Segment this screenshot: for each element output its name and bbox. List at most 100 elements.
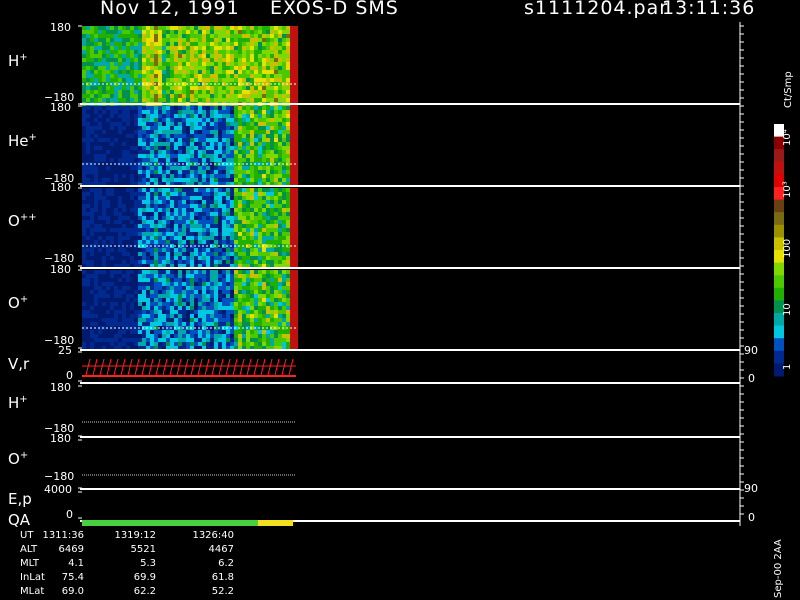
spectrogram-cell: [150, 252, 154, 256]
spectrogram-cell: [190, 178, 194, 182]
spectrogram-cell: [166, 224, 170, 228]
spectrogram-cell: [202, 220, 206, 224]
spectrogram-cell: [102, 302, 106, 306]
spectrogram-cell: [290, 278, 294, 282]
spectrogram-cell: [170, 110, 174, 114]
colorbar-unit: Ct/Smp: [783, 71, 794, 108]
spectrogram-cell: [98, 204, 102, 208]
spectrogram-cell: [170, 54, 174, 58]
spectrogram-cell: [214, 158, 218, 162]
spectrogram-cell: [146, 314, 150, 318]
spectrogram-cell: [262, 212, 266, 216]
spectrogram-cell: [198, 114, 202, 118]
spectrogram-cell: [86, 212, 90, 216]
spectrogram-cell: [106, 174, 110, 178]
spectrogram-cell: [254, 98, 258, 102]
spectrogram-cell: [126, 130, 130, 134]
spectrogram-cell: [282, 58, 286, 62]
spectrogram-cell: [250, 70, 254, 74]
spectrogram-cell: [230, 260, 234, 264]
spectrogram-cell: [282, 78, 286, 82]
spectrogram-cell: [206, 282, 210, 286]
spectrogram-cell: [102, 26, 106, 30]
spectrogram-cell: [202, 74, 206, 78]
spectrogram-cell: [178, 170, 182, 174]
spectrogram-cell: [146, 98, 150, 102]
spectrogram-cell: [146, 286, 150, 290]
spectrogram-cell: [202, 114, 206, 118]
spectrogram-cell: [150, 78, 154, 82]
spectrogram-cell: [286, 318, 290, 322]
spectrogram-cell: [286, 240, 290, 244]
spectrogram-cell: [158, 118, 162, 122]
spectrogram-cell: [194, 30, 198, 34]
spectrogram-cell: [242, 142, 246, 146]
spectrogram-cell: [266, 106, 270, 110]
spectrogram-cell: [118, 158, 122, 162]
spectrogram-cell: [290, 298, 294, 302]
spectrogram-cell: [142, 118, 146, 122]
spectrogram-cell: [158, 220, 162, 224]
spectrogram-cell: [218, 114, 222, 118]
spectrogram-cell: [114, 200, 118, 204]
spectrogram-cell: [150, 26, 154, 30]
spectrogram-cell: [290, 208, 294, 212]
spectrogram-cell: [126, 338, 130, 342]
spectrogram-cell: [210, 146, 214, 150]
rtick-ep-bottom: 0: [748, 511, 755, 524]
spectrogram-cell: [158, 232, 162, 236]
spectrogram-cell: [122, 158, 126, 162]
spectrogram-cell: [266, 134, 270, 138]
spectrogram-cell: [270, 74, 274, 78]
spectrogram-cell: [282, 46, 286, 50]
spectrogram-cell: [158, 334, 162, 338]
spectrogram-cell: [242, 86, 246, 90]
spectrogram-cell: [206, 90, 210, 94]
spectrogram-cell: [186, 122, 190, 126]
spectrogram-cell: [266, 228, 270, 232]
spectrogram-cell: [110, 170, 114, 174]
spectrogram-cell: [194, 338, 198, 342]
spectrogram-cell: [230, 290, 234, 294]
spectrogram-cell: [142, 192, 146, 196]
spectrogram-cell: [202, 298, 206, 302]
spectrogram-cell: [258, 302, 262, 306]
spectrogram-cell: [146, 142, 150, 146]
spectrogram-cell: [118, 54, 122, 58]
spectrogram-cell: [258, 338, 262, 342]
spectrogram-cell: [186, 290, 190, 294]
spectrogram-cell: [246, 98, 250, 102]
spectrogram-cell: [246, 338, 250, 342]
spectrogram-cell: [278, 34, 282, 38]
spectrogram-cell: [166, 270, 170, 274]
spectrogram-cell: [138, 42, 142, 46]
velocity-vector: [211, 358, 217, 376]
spectrogram-cell: [282, 170, 286, 174]
spectrogram-cell: [194, 166, 198, 170]
spectrogram-cell: [106, 208, 110, 212]
spectrogram-cell: [166, 294, 170, 298]
spectrogram-cell: [290, 134, 294, 138]
spectrogram-cell: [214, 232, 218, 236]
spectrogram-cell: [118, 314, 122, 318]
velocity-vector: [162, 358, 168, 376]
spectrogram-cell: [142, 294, 146, 298]
spectrogram-cell: [122, 170, 126, 174]
spectrogram-cell: [250, 178, 254, 182]
spectrogram-cell: [218, 274, 222, 278]
spectrogram-cell: [98, 224, 102, 228]
spectrogram-cell: [262, 220, 266, 224]
spectrogram-cell: [114, 286, 118, 290]
spectrogram-cell: [214, 50, 218, 54]
spectrogram-cell: [130, 294, 134, 298]
spectrogram-cell: [110, 236, 114, 240]
spectrogram-cell: [186, 110, 190, 114]
spectrogram-cell: [206, 142, 210, 146]
spectrogram-cell: [190, 318, 194, 322]
spectrogram-cell: [94, 294, 98, 298]
spectrogram-cell: [242, 248, 246, 252]
spectrogram-cell: [130, 138, 134, 142]
spectrogram-cell: [246, 122, 250, 126]
spectrogram-cell: [90, 236, 94, 240]
spectrogram-cell: [146, 274, 150, 278]
